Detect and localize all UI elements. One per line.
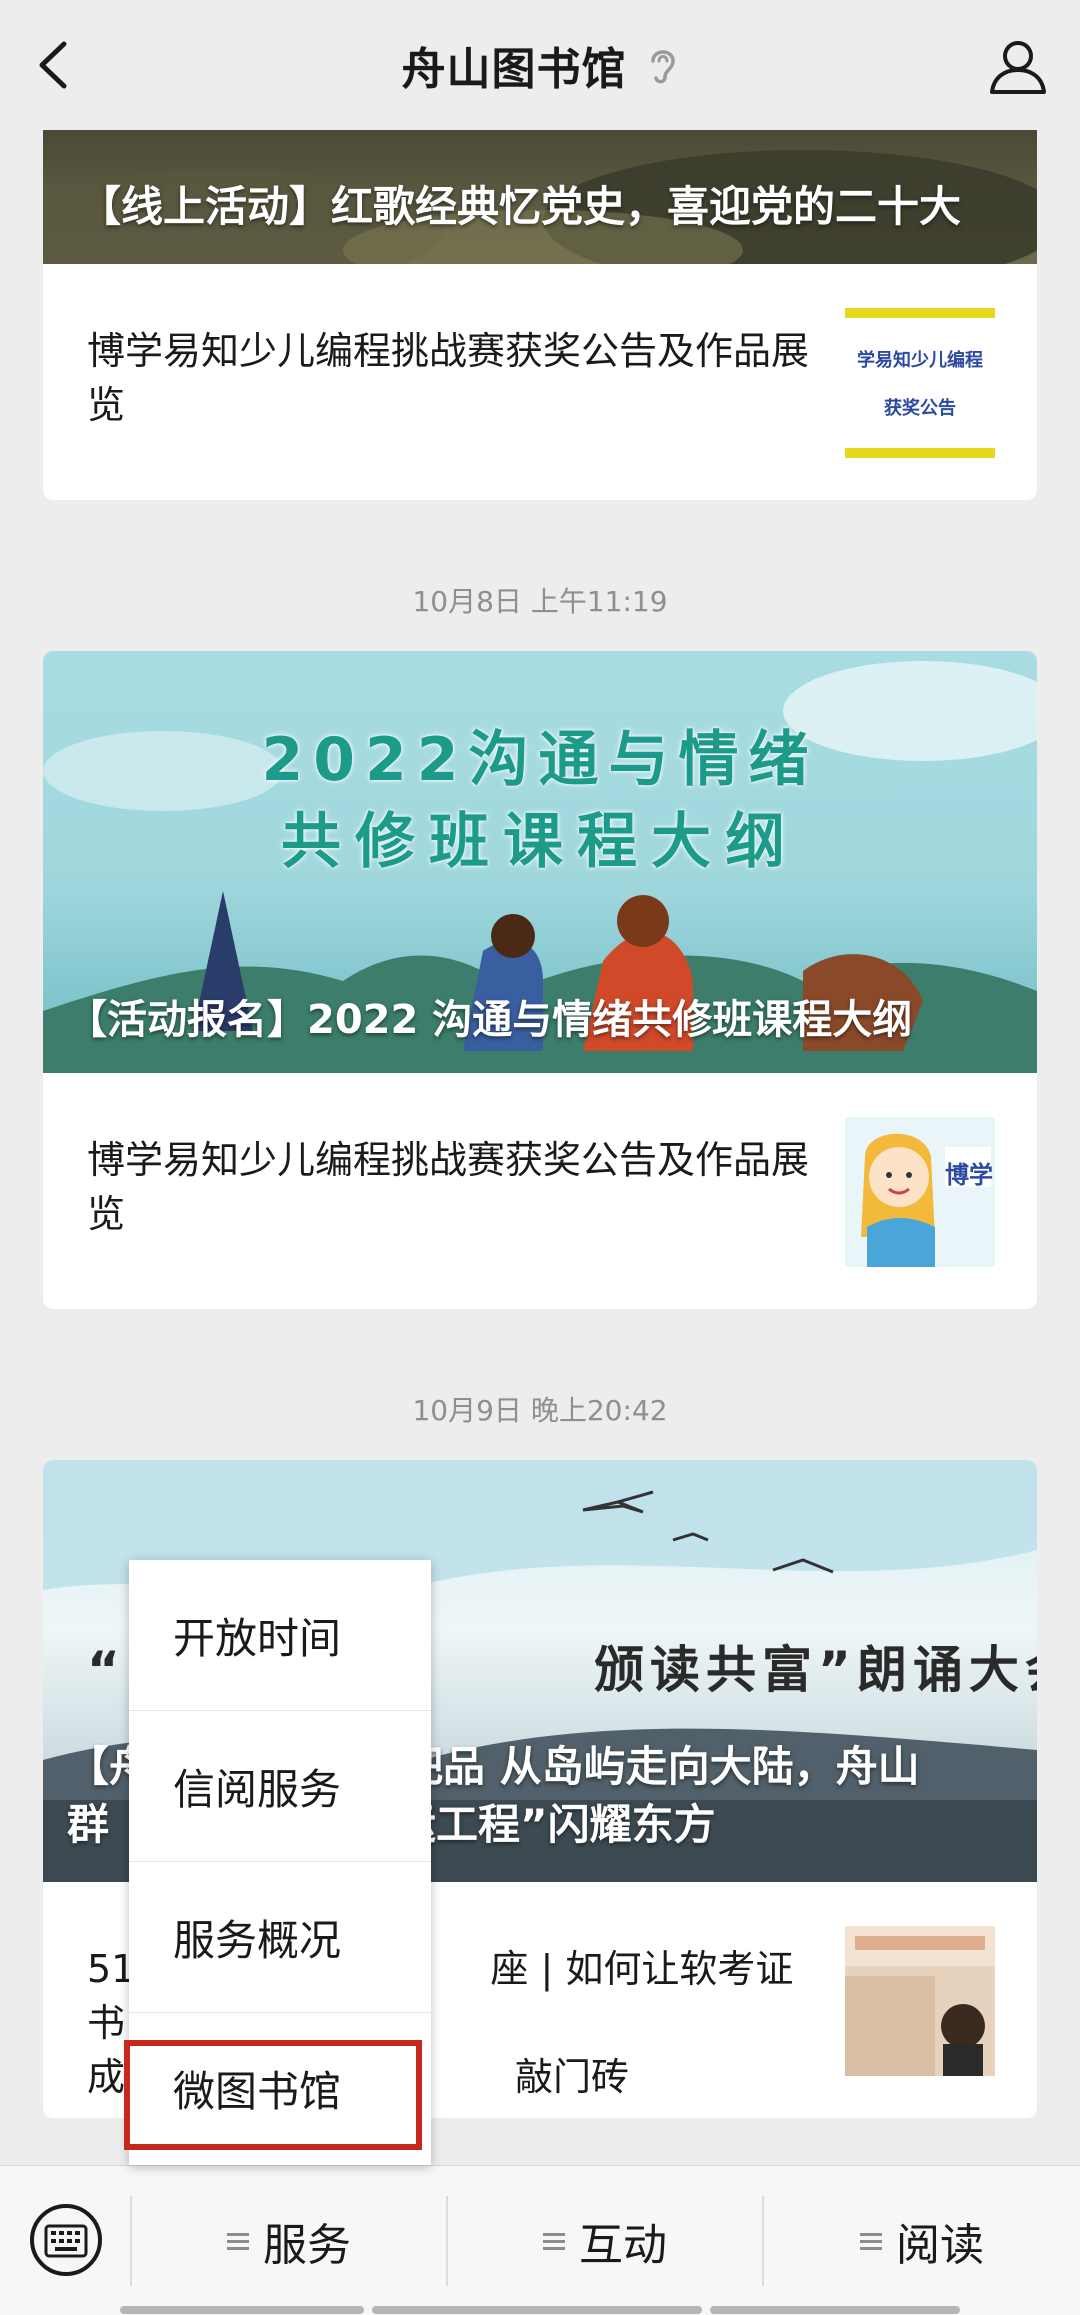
- thumb-label-2: 获奖公告: [884, 398, 956, 419]
- sub-article-2[interactable]: 博学易知少儿编程挑战赛获奖公告及作品展览 博学: [43, 1073, 1037, 1309]
- menu-item-opening-hours[interactable]: 开放时间: [129, 1560, 431, 1711]
- banner-heading-line2: 共修班课程大纲: [281, 807, 799, 877]
- title-fragment: 成: [87, 2055, 126, 2099]
- sub-article-title-2[interactable]: 博学易知少儿编程挑战赛获奖公告及作品展览: [87, 1133, 817, 1241]
- article-title-1[interactable]: 【线上活动】红歌经典忆党史，喜迎党的二十大: [79, 178, 997, 236]
- menu-lines-icon: [227, 2232, 249, 2250]
- sub-article-thumb-2: 博学: [845, 1117, 995, 1267]
- title-group: 舟山图书馆: [402, 33, 679, 97]
- banner-heading-line1: 2022沟通与情绪: [261, 725, 819, 795]
- article-cover-2[interactable]: 2022沟通与情绪 共修班课程大纲 【活动报名】2022 沟通与情绪共修班课程大…: [43, 651, 1037, 1073]
- sub-article-title-1[interactable]: 博学易知少儿编程挑战赛获奖公告及作品展览: [87, 324, 817, 432]
- sub-article-thumb-3: [845, 1926, 995, 2076]
- menu-tab-label: 互动: [579, 2219, 667, 2271]
- page-title: 舟山图书馆: [401, 44, 627, 95]
- nav-indicator: [710, 2306, 960, 2314]
- menu-tab-label: 服务: [263, 2219, 351, 2271]
- profile-icon[interactable]: [986, 34, 1050, 98]
- timestamp: 10月9日 晚上20:42: [412, 1394, 668, 1427]
- title-fragment: 群: [67, 1800, 110, 1849]
- article-card-2: 2022沟通与情绪 共修班课程大纲 【活动报名】2022 沟通与情绪共修班课程大…: [43, 651, 1037, 1309]
- thumb-label-1: 学易知少儿编程: [857, 350, 983, 371]
- menu-item-service-overview[interactable]: 服务概况: [129, 1862, 431, 2013]
- title-fragment: 敲门砖: [515, 2055, 630, 2099]
- menu-lines-icon: [860, 2232, 882, 2250]
- nav-indicator: [372, 2306, 702, 2314]
- highlight-box: [124, 2040, 422, 2150]
- title-fragment: 运工程”闪耀东方: [394, 1800, 716, 1849]
- menu-lines-icon: [543, 2232, 565, 2250]
- title-fragment: 吧品 从岛屿走向大陆，舟山: [401, 1742, 920, 1791]
- thumb-label-3: 博学: [945, 1161, 993, 1189]
- menu-tab-label: 阅读: [896, 2219, 984, 2271]
- article-title-2[interactable]: 【活动报名】2022 沟通与情绪共修班课程大纲: [67, 991, 1017, 1049]
- ear-icon: [645, 43, 679, 87]
- nav-indicator: [120, 2306, 364, 2314]
- timestamp: 10月8日 上午11:19: [412, 585, 668, 618]
- menu-item-credit-reading[interactable]: 信阅服务: [129, 1711, 431, 1862]
- keyboard-icon[interactable]: [28, 2202, 104, 2278]
- menu-tab-reading[interactable]: 阅读: [764, 2166, 1080, 2315]
- bottom-menu-bar: 服务 互动 阅读: [0, 2165, 1080, 2315]
- top-bar: 舟山图书馆: [0, 0, 1080, 130]
- back-icon[interactable]: [30, 38, 80, 92]
- sub-article-thumb-1: 学易知少儿编程 获奖公告: [845, 308, 995, 458]
- menu-tab-service[interactable]: 服务: [132, 2166, 446, 2315]
- menu-tab-interaction[interactable]: 互动: [448, 2166, 762, 2315]
- sub-article-1[interactable]: 博学易知少儿编程挑战赛获奖公告及作品展览 学易知少儿编程 获奖公告: [43, 264, 1037, 500]
